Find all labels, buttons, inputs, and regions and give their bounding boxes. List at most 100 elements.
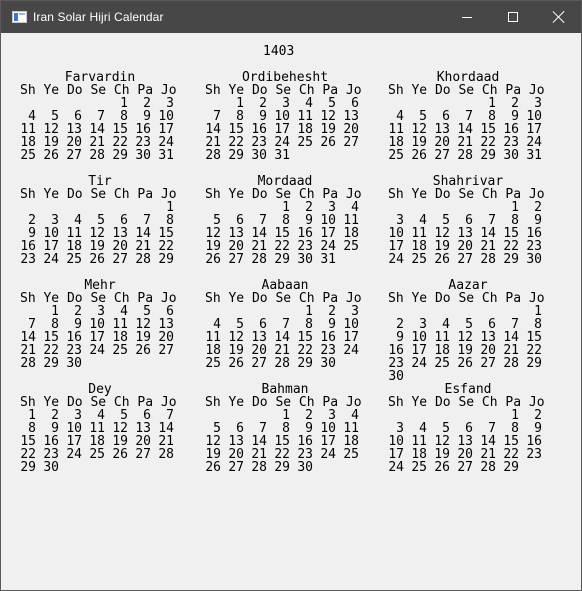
day-cell: 27 [457,252,473,267]
day-grid: 1 2 3 4 5 6 7 8 9 10 11 12 13 14 15 16 17 18 19 20 21 22 23 24 2… [388,97,548,162]
day-cell: 28 [457,148,473,163]
week-row: 23 24 25 26 27 28 29 [20,253,180,266]
day-cell: 28 [20,356,36,371]
day-cell: 29 [297,356,313,371]
day-grid: 1 2 3 4 5 6 7 8 9 10 11 12 13 14 15 16 17 18 19 20 21 22 23 24 2… [20,409,180,474]
day-cell: 29 [158,252,174,267]
day-cell: 26 [434,460,450,475]
day-cell: 30 [526,252,542,267]
month-block: Ordibehesht Sh Ye Do Se Ch Pa Jo 1 2 3 4 5 6 7 8 9… [205,71,365,163]
day-cell: 31 [526,148,542,163]
day-cell: 28 [251,460,267,475]
day-cell: 28 [274,356,290,371]
day-grid: 1 2 3 4 5 6 7 8 9 10 11 12 13 14 15 16 17 18 19 20 21 22 23 24 2… [205,305,365,370]
week-row: 24 25 26 27 28 29 [388,461,548,474]
day-cell: 25 [297,135,313,150]
day-cell: 26 [434,252,450,267]
minimize-icon [462,16,472,18]
day-cell: 30 [388,369,404,384]
maximize-icon [508,12,518,22]
day-cell: 26 [457,356,473,371]
day-cell: 29 [228,148,244,163]
day-cell: 28 [158,447,174,462]
month-block: Aazar Sh Ye Do Se Ch Pa Jo 1 2 3 4 5 6 7 8 9 10 11 12… [388,279,548,383]
day-cell: 31 [274,148,290,163]
day-cell: 24 [411,356,427,371]
day-grid: 1 2 3 4 5 6 7 8 9 10 11 12 13 14 15 16 17 18 19 20 21 22 23 24 2… [205,97,365,162]
day-cell: 28 [251,252,267,267]
day-cell: 24 [43,252,59,267]
minimize-button[interactable] [444,1,490,33]
weekday-header: Sh Ye Do Se Ch Pa Jo [388,291,545,306]
day-cell: 24 [388,252,404,267]
day-cell: 29 [503,252,519,267]
calendar-text-area: 1403 Farvardin Sh Ye Do Se Ch Pa Jo 1 2 3 4 5 6… [1,33,581,590]
day-cell: 27 [457,460,473,475]
day-grid: 1 2 3 4 5 6 7 8 9 10 11 12 13 14 15 16 17 18 19 20 21 22 23 24 2… [205,201,365,266]
day-cell: 27 [343,135,359,150]
day-cell: 28 [89,148,105,163]
day-cell: 26 [205,460,221,475]
day-cell: 26 [411,148,427,163]
day-cell: 27 [112,252,128,267]
day-cell: 30 [43,460,59,475]
week-row: 25 26 27 28 29 30 [205,357,365,370]
day-cell: 29 [503,460,519,475]
day-cell: 30 [251,148,267,163]
day-cell: 26 [135,343,151,358]
close-icon [553,11,565,23]
week-row: 25 26 27 28 29 30 31 [388,149,548,162]
month-block: Farvardin Sh Ye Do Se Ch Pa Jo 1 2 3 4 5 6 7 8 9 10… [20,71,180,163]
day-grid: 1 2 3 4 5 6 7 8 9 10 11 12 13 14 15 16 17 18 19 20 21 22 23 24 2… [388,201,548,266]
month-block: Khordaad Sh Ye Do Se Ch Pa Jo 1 2 3 4 5 6 7 8 9 10 1… [388,71,548,163]
week-row: 28 29 30 31 [205,149,365,162]
day-cell: 30 [297,252,313,267]
day-cell: 26 [320,135,336,150]
day-cell: 30 [135,148,151,163]
week-row: 29 30 [20,461,180,474]
day-cell: 28 [205,148,221,163]
day-cell: 28 [480,460,496,475]
maximize-button[interactable] [490,1,536,33]
month-block: Shahrivar Sh Ye Do Se Ch Pa Jo 1 2 3 4 5 6 7 8 9 10… [388,175,548,267]
weekday-header: Sh Ye Do Se Ch Pa Jo [388,83,545,98]
year-label: 1403 [263,44,295,59]
month-block: Bahman Sh Ye Do Se Ch Pa Jo 1 2 3 4 5 6 7 8 9 10 11 1… [205,383,365,475]
week-row: 26 27 28 29 30 31 [205,253,365,266]
day-cell: 24 [66,447,82,462]
day-cell: 29 [20,460,36,475]
calendar-app-icon [12,11,27,23]
day-grid: 1 2 3 4 5 6 7 8 9 10 11 12 13 14 15 16 17 18 19 20 21 22 23 24 2… [388,305,548,383]
day-cell: 25 [343,447,359,462]
day-cell: 29 [43,356,59,371]
day-cell: 28 [135,252,151,267]
day-cell: 24 [343,343,359,358]
title-bar[interactable]: Iran Solar Hijri Calendar [1,1,581,33]
week-row: 25 26 27 28 29 30 31 [20,149,180,162]
month-block: Esfand Sh Ye Do Se Ch Pa Jo 1 2 3 4 5 6 7 8 9 10 11 1… [388,383,548,475]
day-cell: 27 [158,343,174,358]
day-cell: 29 [274,460,290,475]
day-cell: 27 [228,460,244,475]
week-row: 24 25 26 27 28 29 30 [388,253,548,266]
month-block: Aabaan Sh Ye Do Se Ch Pa Jo 1 2 3 4 5 6 7 8 9 10 11 1… [205,279,365,371]
day-grid: 1 2 3 4 5 6 7 8 9 10 11 12 13 14 15 16 17 18 19 20 21 22 23 24 2… [20,305,180,370]
day-cell: 26 [89,252,105,267]
day-cell: 26 [228,356,244,371]
day-cell: 27 [228,252,244,267]
month-block: Mordaad Sh Ye Do Se Ch Pa Jo 1 2 3 4 5 6 7 8 9 10 11… [205,175,365,267]
day-cell: 25 [66,252,82,267]
app-window: Iran Solar Hijri Calendar 1403 Farvardin… [0,0,582,591]
day-cell: 25 [343,239,359,254]
month-block: Mehr Sh Ye Do Se Ch Pa Jo 1 2 3 4 5 6 7 8 9 10 11 12 1… [20,279,180,371]
day-cell: 25 [388,148,404,163]
weekday-header: Sh Ye Do Se Ch Pa Jo [205,291,362,306]
day-grid: 1 2 3 4 5 6 7 8 9 10 11 12 13 14 15 16 17 18 19 20 21 22 23 24 2… [388,409,548,474]
day-grid: 1 2 3 4 5 6 7 8 9 10 11 12 13 14 15 16 17 18 19 20 21 22 23 24 2… [205,409,365,474]
day-cell: 25 [89,447,105,462]
weekday-header: Sh Ye Do Se Ch Pa Jo [388,187,545,202]
close-button[interactable] [536,1,582,33]
weekday-header: Sh Ye Do Se Ch Pa Jo [20,187,177,202]
day-cell: 23 [20,252,36,267]
window-title: Iran Solar Hijri Calendar [33,10,164,24]
